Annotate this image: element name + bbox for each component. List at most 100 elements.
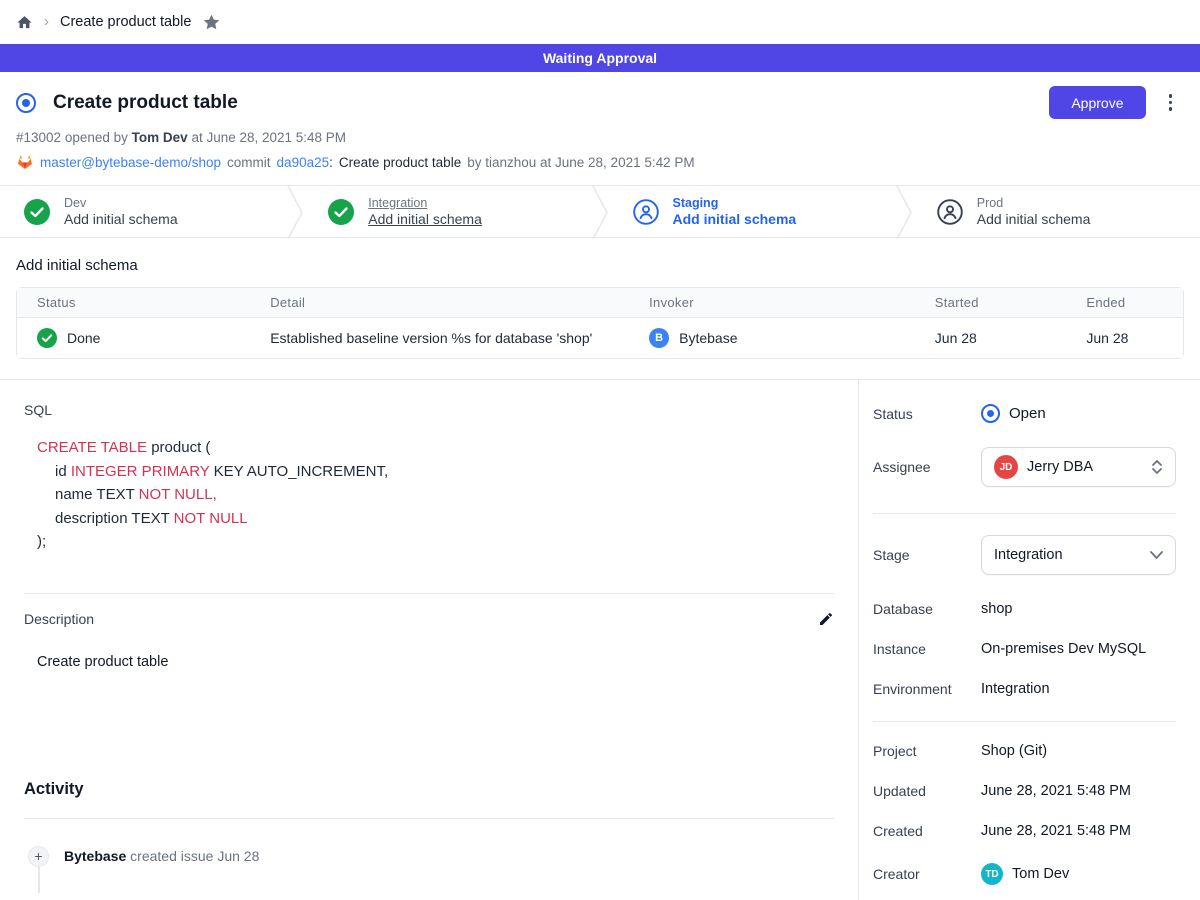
stage-separator-icon	[287, 186, 304, 239]
avatar: JD	[994, 455, 1018, 479]
sql-label: SQL	[24, 402, 858, 418]
environment-value: Integration	[981, 681, 1050, 697]
commit-hash-link[interactable]: da90a25	[277, 155, 330, 170]
updown-chevron-icon	[1151, 459, 1163, 475]
approve-button[interactable]: Approve	[1049, 86, 1145, 119]
column-header-invoker: Invoker	[629, 288, 915, 318]
project-label: Project	[873, 743, 981, 759]
activity-date: Jun 28	[217, 848, 259, 864]
pipeline-stages: Dev Add initial schema Integration Add i…	[0, 185, 1200, 238]
avatar: B	[649, 328, 669, 348]
instance-value: On-premises Dev MySQL	[981, 641, 1146, 657]
stage-separator-icon	[896, 186, 913, 239]
activity-title: Activity	[24, 780, 858, 799]
project-value: Shop (Git)	[981, 743, 1047, 759]
description-label: Description	[24, 611, 818, 627]
sql-code-block: CREATE TABLE product (id INTEGER PRIMARY…	[37, 436, 858, 554]
divider	[24, 818, 834, 819]
gitlab-icon	[16, 153, 34, 171]
created-value: June 28, 2021 5:48 PM	[981, 823, 1131, 839]
assignee-label: Assignee	[873, 459, 981, 475]
creator-value: Tom Dev	[1012, 866, 1069, 882]
breadcrumb-page-title: Create product table	[60, 14, 191, 30]
task-status: Done	[67, 330, 100, 346]
stage-label: Stage	[873, 547, 981, 563]
table-row[interactable]: Done Established baseline version %s for…	[17, 318, 1183, 358]
plus-icon: +	[28, 846, 49, 867]
column-header-status: Status	[17, 288, 250, 318]
commit-message: Create product table	[339, 155, 461, 170]
person-circle-icon	[633, 199, 659, 225]
avatar: TD	[981, 863, 1003, 885]
issue-author: Tom Dev	[132, 130, 188, 145]
activity-actor: Bytebase	[64, 848, 126, 864]
issue-header: Create product table Approve #13002 open…	[0, 72, 1200, 185]
check-circle-icon	[24, 199, 50, 225]
breadcrumb-separator-icon: ›	[44, 13, 49, 30]
updated-value: June 28, 2021 5:48 PM	[981, 783, 1131, 799]
column-header-ended: Ended	[1066, 288, 1183, 318]
stage-select[interactable]: Integration	[981, 535, 1176, 575]
person-circle-icon	[937, 199, 963, 225]
status-value: Open	[1009, 405, 1046, 422]
branch-repo-link[interactable]: master@bytebase-demo/shop	[40, 155, 221, 170]
stage-task-label: Add initial schema	[64, 211, 178, 227]
divider	[873, 513, 1176, 514]
breadcrumb: › Create product table	[0, 0, 1200, 44]
chevron-down-icon	[1150, 551, 1163, 559]
task-started: Jun 28	[915, 318, 1067, 358]
creator-label: Creator	[873, 866, 981, 882]
activity-action: created issue	[130, 848, 213, 864]
task-section: Add initial schema Status Detail Invoker…	[0, 238, 1200, 379]
stage-task-label: Add initial schema	[368, 211, 482, 227]
stage-dev[interactable]: Dev Add initial schema	[0, 186, 287, 237]
stage-value: Integration	[994, 547, 1141, 563]
commit-line: master@bytebase-demo/shop commit da90a25…	[16, 153, 1176, 171]
updated-label: Updated	[873, 783, 981, 799]
activity-item: + Bytebase created issue Jun 28	[28, 846, 858, 867]
task-section-title: Add initial schema	[16, 257, 1184, 274]
created-label: Created	[873, 823, 981, 839]
timeline-connector	[38, 867, 40, 893]
database-label: Database	[873, 601, 981, 617]
task-table: Status Detail Invoker Started Ended Done…	[16, 287, 1184, 359]
stage-prod[interactable]: Prod Add initial schema	[913, 186, 1200, 237]
stage-env-label: Integration	[368, 196, 482, 210]
home-icon[interactable]	[16, 14, 33, 31]
status-open-icon	[981, 404, 1000, 423]
divider	[24, 593, 834, 594]
issue-id: #13002	[16, 130, 61, 145]
status-label: Status	[873, 406, 981, 422]
issue-open-status-icon	[16, 93, 36, 113]
column-header-detail: Detail	[250, 288, 629, 318]
stage-staging[interactable]: Staging Add initial schema	[609, 186, 896, 237]
favorite-star-icon[interactable]	[202, 13, 221, 32]
check-circle-icon	[37, 328, 57, 348]
assignee-value: Jerry DBA	[1027, 459, 1142, 475]
more-options-icon[interactable]	[1165, 90, 1177, 115]
column-header-started: Started	[915, 288, 1067, 318]
stage-env-label: Staging	[673, 196, 797, 210]
divider	[873, 721, 1176, 722]
assignee-select[interactable]: JD Jerry DBA	[981, 447, 1176, 487]
stage-task-label: Add initial schema	[673, 211, 797, 227]
issue-detail-panel: SQL CREATE TABLE product (id INTEGER PRI…	[0, 380, 858, 900]
issue-meta-line: #13002 opened by Tom Dev at June 28, 202…	[16, 130, 1176, 145]
edit-pencil-icon[interactable]	[818, 611, 834, 627]
stage-env-label: Dev	[64, 196, 178, 210]
issue-sidebar: Status Open Assignee JD Jerry DBA Stage …	[858, 380, 1200, 900]
waiting-approval-banner: Waiting Approval	[0, 44, 1200, 72]
page-title: Create product table	[53, 92, 238, 114]
check-circle-icon	[328, 199, 354, 225]
description-text: Create product table	[37, 654, 858, 670]
environment-label: Environment	[873, 681, 981, 697]
stage-integration[interactable]: Integration Add initial schema	[304, 186, 591, 237]
instance-label: Instance	[873, 641, 981, 657]
task-invoker: Bytebase	[679, 330, 737, 346]
stage-env-label: Prod	[977, 196, 1091, 210]
commit-byline: by tianzhou at June 28, 2021 5:42 PM	[467, 155, 694, 170]
task-ended: Jun 28	[1066, 318, 1183, 358]
task-detail: Established baseline version %s for data…	[250, 318, 629, 358]
database-value: shop	[981, 601, 1012, 617]
stage-task-label: Add initial schema	[977, 211, 1091, 227]
